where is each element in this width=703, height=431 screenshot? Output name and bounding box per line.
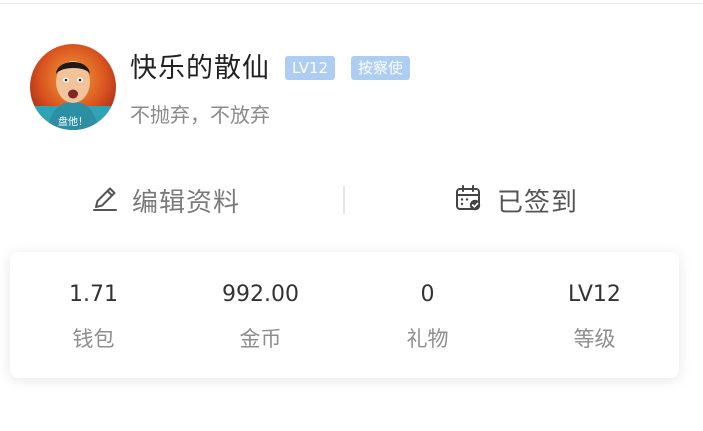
title-badge: 按察使 bbox=[351, 56, 411, 80]
profile-page: 盘他！ 快乐的散仙 LV12 按察使 不抛弃，不放弃 编辑资料 已签到 1.71… bbox=[0, 0, 703, 431]
avatar-caption: 盘他！ bbox=[58, 115, 88, 128]
calendar-check-icon bbox=[453, 183, 483, 217]
edit-profile-button[interactable]: 编辑资料 bbox=[90, 172, 240, 228]
avatar[interactable]: 盘他！ bbox=[30, 44, 116, 130]
stat-gifts[interactable]: 0 礼物 bbox=[344, 252, 511, 378]
stats-card: 1.71 钱包 992.00 金币 0 礼物 LV12 等级 bbox=[10, 252, 679, 378]
actions-divider bbox=[343, 186, 345, 214]
stat-value: LV12 bbox=[568, 282, 621, 307]
stat-wallet[interactable]: 1.71 钱包 bbox=[10, 252, 177, 378]
edit-profile-label: 编辑资料 bbox=[132, 187, 241, 218]
check-in-button[interactable]: 已签到 bbox=[453, 172, 578, 228]
stat-label: 礼物 bbox=[406, 327, 449, 351]
stat-value: 1.71 bbox=[69, 282, 118, 307]
stat-level[interactable]: LV12 等级 bbox=[511, 252, 678, 378]
pencil-icon bbox=[90, 183, 120, 217]
profile-actions: 编辑资料 已签到 bbox=[0, 172, 703, 228]
stat-value: 0 bbox=[420, 282, 435, 307]
username: 快乐的散仙 bbox=[130, 53, 270, 84]
avatar-image: 盘他！ bbox=[30, 44, 116, 130]
level-badge: LV12 bbox=[285, 56, 336, 80]
stat-label: 钱包 bbox=[72, 327, 115, 351]
profile-header: 盘他！ 快乐的散仙 LV12 按察使 不抛弃，不放弃 bbox=[30, 44, 680, 134]
check-in-label: 已签到 bbox=[497, 187, 579, 218]
stat-value: 992.00 bbox=[222, 282, 299, 307]
stat-label: 等级 bbox=[573, 327, 616, 351]
top-divider bbox=[0, 3, 703, 4]
stat-coins[interactable]: 992.00 金币 bbox=[177, 252, 344, 378]
profile-motto: 不抛弃，不放弃 bbox=[130, 103, 270, 127]
stat-label: 金币 bbox=[239, 327, 282, 351]
